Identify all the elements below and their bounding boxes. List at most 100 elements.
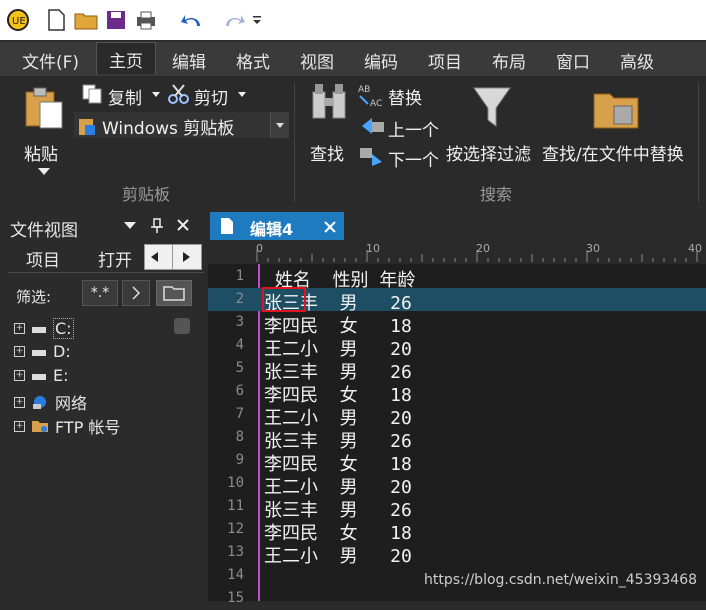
folder-search-icon (593, 93, 639, 129)
editor-line[interactable]: 10 王二小 男 20 (208, 472, 706, 498)
menu-window[interactable]: 窗口 (556, 48, 590, 73)
menu-project[interactable]: 项目 (428, 48, 462, 73)
selection-highlight-box (262, 287, 306, 312)
menu-layout[interactable]: 布局 (492, 48, 526, 73)
editor-line[interactable]: 7 王二小 男 20 (208, 403, 706, 429)
tree-item-ftp[interactable]: + FTP 帐号 (14, 414, 120, 438)
replace-label: 替换 (388, 89, 422, 109)
expand-icon[interactable]: + (14, 346, 25, 357)
find-prev-button[interactable]: 上一个 (358, 112, 448, 141)
menu-bar: 文件(F) 主页 编辑 格式 视图 编码 项目 布局 窗口 高级 (0, 40, 706, 78)
tab-project[interactable]: 项目 (26, 246, 60, 271)
paste-button[interactable]: 粘贴 (20, 84, 68, 175)
text-area[interactable]: 1 姓名 性别 年龄 2 张三丰 男 26 3 李四民 女 18 4 王二小 男 20 5 张三… (208, 265, 706, 606)
customize-dropdown-icon[interactable] (250, 8, 264, 32)
expand-icon[interactable]: + (14, 396, 25, 408)
clipboard-icon (25, 87, 63, 129)
open-folder-icon[interactable] (74, 8, 98, 32)
pin-icon[interactable] (150, 218, 164, 234)
ruler-label: 40 (688, 242, 702, 255)
new-file-icon[interactable] (44, 8, 68, 32)
editor-line[interactable]: 4 王二小 男 20 (208, 334, 706, 360)
menu-format[interactable]: 格式 (236, 48, 270, 73)
save-icon[interactable] (104, 8, 128, 32)
menu-edit[interactable]: 编辑 (172, 48, 206, 73)
copy-button[interactable]: 复制 (80, 82, 160, 109)
copy-icon (82, 84, 102, 104)
funnel-icon (473, 87, 511, 127)
line-number: 4 (235, 337, 244, 353)
menu-view[interactable]: 视图 (300, 48, 334, 73)
find-next-button[interactable]: 下一个 (358, 142, 448, 171)
redo-icon[interactable] (222, 8, 246, 32)
scissors-icon (168, 84, 189, 104)
filter-label: 筛选: (16, 288, 52, 306)
panel-menu-icon[interactable] (124, 222, 136, 230)
cut-button[interactable]: 剪切 (168, 82, 248, 109)
editor-line[interactable]: 13 王二小 男 20 (208, 541, 706, 567)
editor-line[interactable]: 5 张三丰 男 26 (208, 357, 706, 383)
tree-item-network[interactable]: + 网络 (14, 390, 87, 414)
paste-label: 粘贴 (24, 145, 58, 165)
editor-line[interactable]: 6 李四民 女 18 (208, 380, 706, 406)
clipboard-select-value: Windows 剪贴板 (102, 119, 235, 139)
editor-line[interactable]: 15 (208, 587, 706, 610)
editor-line[interactable]: 3 李四民 女 18 (208, 311, 706, 337)
menu-home[interactable]: 主页 (96, 42, 156, 74)
clipboard-select[interactable]: Windows 剪贴板 (74, 112, 289, 139)
drive-icon (32, 326, 46, 333)
chevron-left-icon[interactable] (151, 252, 159, 262)
tree-item-c[interactable]: + C: (14, 318, 74, 339)
chevron-down-icon[interactable] (270, 112, 289, 138)
editor-line[interactable]: 9 李四民 女 18 (208, 449, 706, 475)
tab-scroll-divider (172, 245, 173, 269)
folder-icon (163, 286, 185, 301)
menu-advanced[interactable]: 高级 (620, 48, 654, 73)
ruler-label: 20 (476, 242, 490, 255)
line-number: 5 (235, 360, 244, 376)
copy-dropdown-icon (152, 92, 160, 97)
paste-dropdown-icon (38, 168, 50, 175)
cut-dropdown-icon (238, 92, 246, 97)
editor-tab-title: 编辑4 (250, 220, 294, 239)
find-button[interactable]: 查找 (306, 82, 352, 166)
svg-text:UE: UE (12, 16, 26, 27)
file-view-panel: 文件视图 项目 打开 筛选: *.* + C: + D: + E: + 网络 +… (0, 210, 204, 601)
undo-icon[interactable] (180, 8, 204, 32)
ruler-label: 30 (586, 242, 600, 255)
svg-text:AB: AB (358, 85, 370, 95)
browse-folder-button[interactable] (156, 280, 192, 306)
line-number: 3 (235, 314, 244, 330)
filter-button[interactable]: 按选择过滤 (446, 82, 540, 166)
expand-icon[interactable]: + (14, 323, 25, 334)
filter-apply-button[interactable] (122, 280, 150, 306)
editor-line[interactable]: 11 张三丰 男 26 (208, 495, 706, 521)
menu-file[interactable]: 文件(F) (22, 48, 79, 73)
editor-line[interactable]: 12 李四民 女 18 (208, 518, 706, 544)
expand-icon[interactable]: + (14, 370, 25, 381)
tree-item-d[interactable]: + D: (14, 342, 71, 361)
menu-encoding[interactable]: 编码 (364, 48, 398, 73)
line-number: 15 (227, 590, 244, 606)
editor-line[interactable]: 1 姓名 性别 年龄 (208, 265, 706, 291)
file-view-title: 文件视图 (10, 221, 78, 241)
tree-item-e[interactable]: + E: (14, 366, 69, 385)
editor-tab[interactable]: 编辑4 (210, 212, 344, 240)
line-number: 8 (235, 429, 244, 445)
close-icon[interactable] (176, 218, 190, 232)
close-tab-icon[interactable] (324, 221, 336, 233)
print-icon[interactable] (134, 8, 158, 32)
editor-panel: 编辑4 0 10 20 30 40 1 姓名 性别 年龄 2 张三丰 男 26 3 李四… (208, 210, 706, 606)
find-prev-label: 上一个 (388, 121, 439, 141)
tab-open[interactable]: 打开 (98, 246, 132, 271)
filter-input[interactable]: *.* (82, 280, 118, 306)
editor-line[interactable]: 8 张三丰 男 26 (208, 426, 706, 452)
chevron-right-icon[interactable] (183, 252, 191, 262)
find-label: 查找 (310, 145, 344, 165)
replace-button[interactable]: AB AC 替换 (358, 82, 438, 109)
line-number: 1 (235, 268, 244, 284)
tree-label: D: (53, 342, 71, 361)
find-in-files-button[interactable]: 查找/在文件中替换 (542, 82, 696, 166)
replace-icon: ABAC (358, 85, 382, 108)
expand-icon[interactable]: + (14, 420, 25, 432)
